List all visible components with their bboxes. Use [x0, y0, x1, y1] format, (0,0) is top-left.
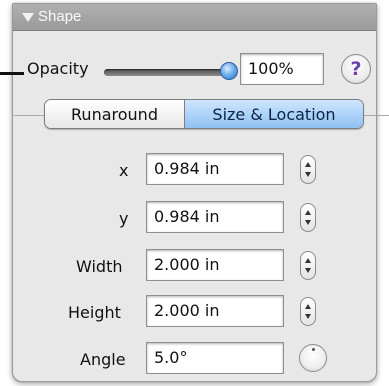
- stepper-arrows-icon[interactable]: [300, 251, 316, 280]
- x-field[interactable]: 0.984 in: [146, 153, 284, 185]
- angle-wheel-icon[interactable]: [299, 344, 327, 372]
- opacity-slider[interactable]: [104, 69, 229, 76]
- height-label: Height: [68, 303, 121, 322]
- disclosure-triangle-icon[interactable]: [22, 13, 34, 22]
- stepper-arrows-icon[interactable]: [300, 203, 316, 232]
- opacity-field[interactable]: 100%: [240, 53, 324, 85]
- callout-line: [0, 72, 24, 75]
- stepper-arrows-icon[interactable]: [300, 297, 316, 326]
- y-label: y: [119, 209, 129, 228]
- angle-label: Angle: [80, 350, 126, 369]
- help-button[interactable]: ?: [341, 54, 371, 84]
- stepper-arrows-icon[interactable]: [300, 155, 316, 184]
- panel-titlebar[interactable]: Shape: [13, 4, 376, 31]
- height-field[interactable]: 2.000 in: [146, 295, 284, 327]
- panel-title: Shape: [38, 8, 82, 25]
- width-label: Width: [76, 257, 123, 276]
- tab-size-location[interactable]: Size & Location: [185, 100, 363, 128]
- width-field[interactable]: 2.000 in: [146, 249, 284, 281]
- opacity-label: Opacity: [27, 59, 89, 78]
- angle-field[interactable]: 5.0°: [146, 342, 284, 374]
- opacity-slider-knob[interactable]: [220, 62, 238, 80]
- x-label: x: [119, 161, 129, 180]
- y-field[interactable]: 0.984 in: [146, 201, 284, 233]
- tab-segmented-control: Runaround Size & Location: [44, 99, 364, 129]
- tab-runaround[interactable]: Runaround: [45, 100, 185, 128]
